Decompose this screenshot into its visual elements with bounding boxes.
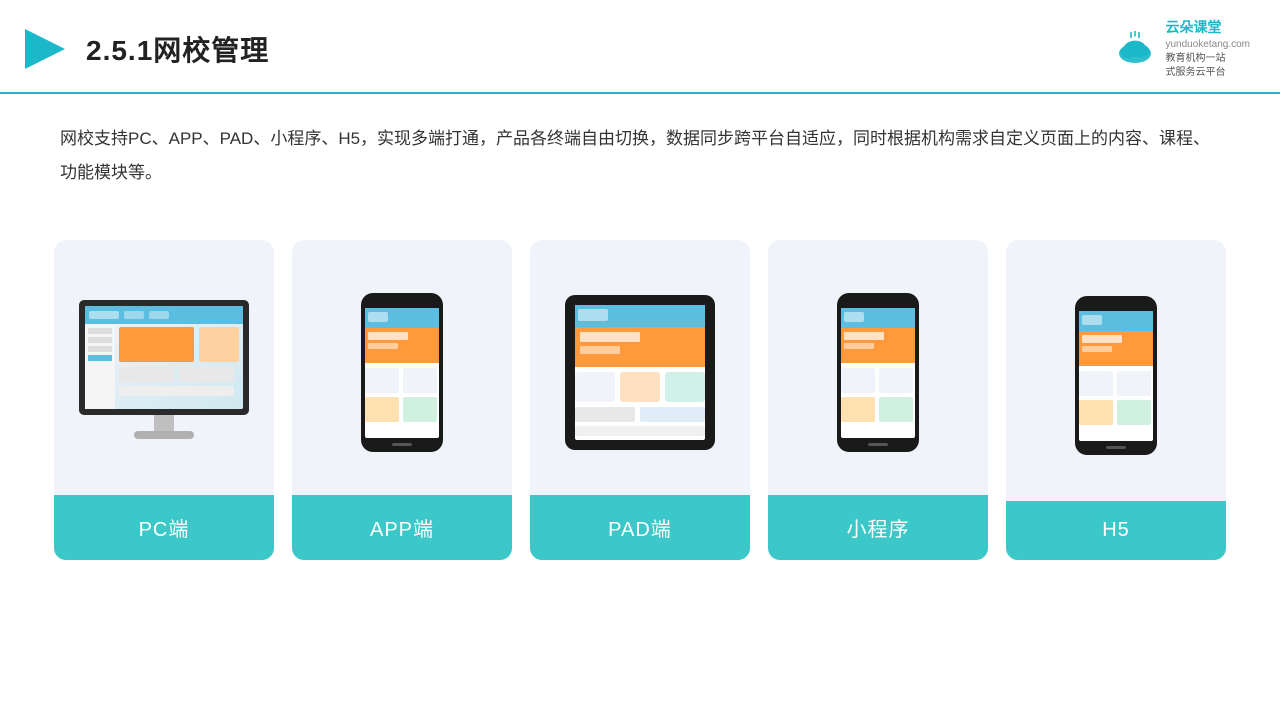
miniprogram-image-area [768,240,988,495]
header-left: 2.5.1网校管理 [20,24,269,74]
card-pad: PAD端 [530,240,750,560]
card-miniprogram-label: 小程序 [768,495,988,560]
pc-image-area [54,240,274,495]
brand-name: 云朵课堂 [1165,18,1250,38]
cloud-brand-icon [1111,31,1159,67]
brand-domain: yunduoketang.com [1165,38,1250,52]
description-text: 网校支持PC、APP、PAD、小程序、H5，实现多端打通，产品各终端自由切换，数… [0,94,1280,200]
card-app: APP端 [292,240,512,560]
card-miniprogram: 小程序 [768,240,988,560]
logo-icon [20,24,70,74]
card-pc: PC端 [54,240,274,560]
description-content: 网校支持PC、APP、PAD、小程序、H5，实现多端打通，产品各终端自由切换，数… [60,129,1210,182]
cards-container: PC端 [0,210,1280,560]
card-h5: H5 [1006,240,1226,560]
pad-image-area [530,240,750,495]
brand-text: 云朵课堂 yunduoketang.com 教育机构一站 式服务云平台 [1165,18,1250,80]
page-title: 2.5.1网校管理 [86,29,269,69]
pad-device-icon [560,290,720,455]
brand-logo: 云朵课堂 yunduoketang.com 教育机构一站 式服务云平台 [1111,18,1250,80]
card-app-label: APP端 [292,495,512,560]
card-pc-label: PC端 [54,495,274,560]
header-right: 云朵课堂 yunduoketang.com 教育机构一站 式服务云平台 [1111,18,1250,80]
pc-device-icon [69,295,259,450]
miniprogram-device-icon [834,290,922,455]
brand-tagline: 教育机构一站 式服务云平台 [1165,52,1250,80]
card-h5-label: H5 [1006,501,1226,560]
h5-image-area [1006,240,1226,501]
h5-device-icon [1072,293,1160,458]
app-image-area [292,240,512,495]
header: 2.5.1网校管理 云朵课堂 yunduoketang.com 教育机构一站 式… [0,0,1280,94]
app-device-icon [358,290,446,455]
card-pad-label: PAD端 [530,495,750,560]
